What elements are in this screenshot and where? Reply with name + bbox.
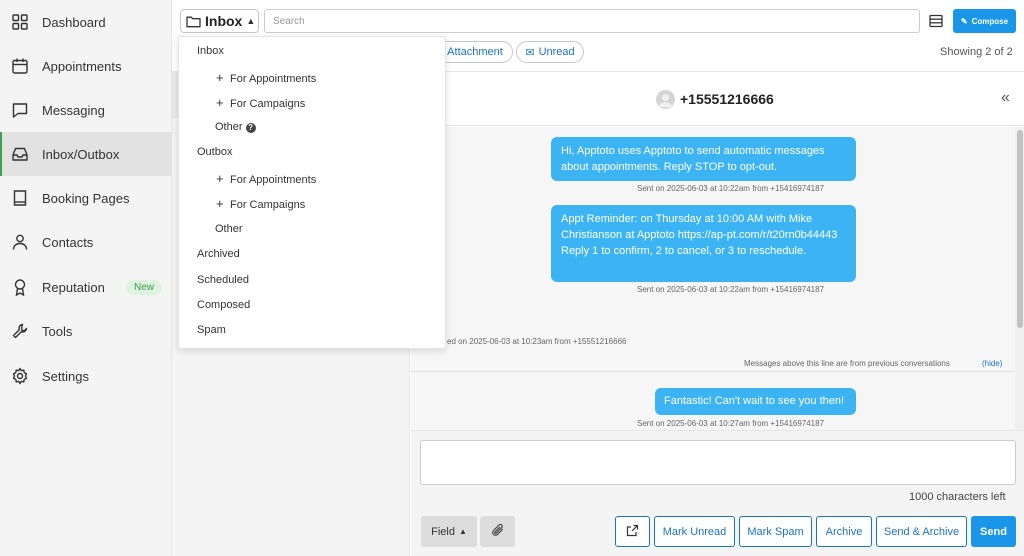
characters-left: 1000 characters left xyxy=(909,491,1006,503)
sidebar-item-label: Messaging xyxy=(42,102,105,118)
new-badge: New xyxy=(126,279,163,295)
menu-item-inbox-for-campaigns[interactable]: + For Campaigns xyxy=(216,95,305,110)
menu-item-outbox[interactable]: Outbox xyxy=(197,146,232,158)
plus-icon: + xyxy=(216,70,224,85)
message-meta: ed on 2025-06-03 at 10:23am from +155512… xyxy=(447,337,627,346)
open-external-button[interactable] xyxy=(615,516,650,547)
message-meta: Sent on 2025-06-03 at 10:22am from +1541… xyxy=(637,184,825,193)
folder-select-button[interactable]: Inbox ▲ xyxy=(180,9,259,33)
plus-icon: + xyxy=(216,196,224,211)
field-label: Field xyxy=(431,525,455,538)
mark-unread-button[interactable]: Mark Unread xyxy=(654,516,735,547)
menu-item-label: For Campaigns xyxy=(230,98,306,110)
menu-item-spam[interactable]: Spam xyxy=(197,324,226,336)
sidebar-item-inbox-outbox[interactable]: Inbox/Outbox xyxy=(0,132,172,176)
menu-item-outbox-other[interactable]: Other xyxy=(215,223,243,235)
menu-item-composed[interactable]: Composed xyxy=(197,299,250,311)
plus-icon: + xyxy=(216,171,224,186)
person-icon xyxy=(11,233,29,251)
pencil-icon: ✎ xyxy=(960,16,968,26)
wrench-icon xyxy=(11,322,29,340)
list-view-icon[interactable] xyxy=(929,14,943,28)
chevron-up-icon: ▲ xyxy=(246,16,256,26)
folder-icon xyxy=(186,15,201,28)
envelope-icon: ✉ xyxy=(525,46,535,59)
attach-button[interactable] xyxy=(480,516,515,547)
paperclip-icon xyxy=(491,523,505,540)
menu-item-inbox-for-appointments[interactable]: + For Appointments xyxy=(216,70,316,85)
inbox-icon xyxy=(11,145,29,163)
mark-spam-button[interactable]: Mark Spam xyxy=(739,516,812,547)
folder-dropdown-menu: Inbox + For Appointments + For Campaigns O… xyxy=(178,36,446,349)
menu-item-label: Other xyxy=(215,121,243,133)
grid-icon xyxy=(11,13,29,31)
menu-item-label: For Appointments xyxy=(230,73,317,85)
external-link-icon xyxy=(626,524,639,540)
gear-icon xyxy=(11,367,29,385)
outgoing-message: Appt Reminder: on Thursday at 10:00 AM w… xyxy=(551,205,856,282)
sidebar-item-label: Inbox/Outbox xyxy=(42,146,120,162)
sidebar-item-dashboard[interactable]: Dashboard xyxy=(0,0,172,44)
chevron-up-icon: ▲ xyxy=(458,527,467,536)
menu-item-archived[interactable]: Archived xyxy=(197,248,240,260)
send-archive-button[interactable]: Send & Archive xyxy=(876,516,967,547)
menu-item-inbox-other[interactable]: Other? xyxy=(215,121,256,133)
send-button[interactable]: Send xyxy=(971,516,1016,547)
sidebar: Dashboard Appointments Messaging Inbox/O… xyxy=(0,0,172,556)
contact-phone: +15551216666 xyxy=(680,91,774,107)
menu-item-outbox-for-campaigns[interactable]: + For Campaigns xyxy=(216,196,305,211)
sidebar-item-label: Tools xyxy=(42,323,73,339)
chat-icon xyxy=(11,101,29,119)
search-input[interactable] xyxy=(264,9,920,33)
menu-item-label: For Campaigns xyxy=(230,199,306,211)
sidebar-item-booking-pages[interactable]: Booking Pages xyxy=(0,176,172,220)
outgoing-message: Hi, Apptoto uses Apptoto to send automat… xyxy=(551,137,856,181)
folder-label: Inbox xyxy=(205,13,243,29)
previous-conversations-divider: Messages above this line are from previo… xyxy=(744,359,950,368)
sidebar-item-label: Appointments xyxy=(42,58,122,74)
compose-button[interactable]: ✎ Compose xyxy=(953,9,1016,33)
message-meta: Sent on 2025-06-03 at 10:22am from +1541… xyxy=(637,285,825,294)
avatar xyxy=(656,90,675,109)
collapse-icon[interactable]: « xyxy=(1001,89,1010,107)
hide-link[interactable]: (hide) xyxy=(982,359,1002,368)
sidebar-item-label: Reputation xyxy=(42,279,105,295)
sidebar-item-tools[interactable]: Tools xyxy=(0,309,172,353)
sidebar-item-label: Booking Pages xyxy=(42,190,130,206)
sidebar-item-settings[interactable]: Settings xyxy=(0,354,172,398)
menu-item-label: For Appointments xyxy=(230,174,317,186)
compose-label: Compose xyxy=(971,16,1009,26)
attachment-filter-label: Attachment xyxy=(447,46,503,58)
unread-filter-chip[interactable]: ✉ Unread xyxy=(516,41,584,63)
award-icon xyxy=(11,278,29,296)
sidebar-item-appointments[interactable]: Appointments xyxy=(0,44,172,88)
sidebar-item-label: Settings xyxy=(42,368,89,384)
book-icon xyxy=(11,189,29,207)
showing-count: Showing 2 of 2 xyxy=(940,46,1013,58)
plus-icon: + xyxy=(216,95,224,110)
sidebar-item-reputation[interactable]: Reputation New xyxy=(0,265,172,309)
menu-item-inbox[interactable]: Inbox xyxy=(197,45,224,57)
menu-item-scheduled[interactable]: Scheduled xyxy=(197,274,249,286)
help-icon: ? xyxy=(245,123,256,133)
field-button[interactable]: Field ▲ xyxy=(421,516,477,547)
outgoing-message: Fantastic! Can't wait to see you then! xyxy=(655,388,856,415)
message-input[interactable] xyxy=(420,440,1016,485)
sidebar-item-label: Dashboard xyxy=(42,14,106,30)
calendar-icon xyxy=(11,57,29,75)
archive-button[interactable]: Archive xyxy=(816,516,872,547)
attachment-filter-chip[interactable]: Attachment xyxy=(437,41,513,63)
scrollbar-thumb[interactable] xyxy=(1017,130,1023,328)
sidebar-item-messaging[interactable]: Messaging xyxy=(0,88,172,132)
menu-item-outbox-for-appointments[interactable]: + For Appointments xyxy=(216,171,316,186)
sidebar-item-contacts[interactable]: Contacts xyxy=(0,220,172,264)
unread-filter-label: Unread xyxy=(538,46,575,58)
divider xyxy=(411,371,1014,372)
sidebar-item-label: Contacts xyxy=(42,234,94,250)
message-meta: Sent on 2025-06-03 at 10:27am from +1541… xyxy=(637,419,825,428)
